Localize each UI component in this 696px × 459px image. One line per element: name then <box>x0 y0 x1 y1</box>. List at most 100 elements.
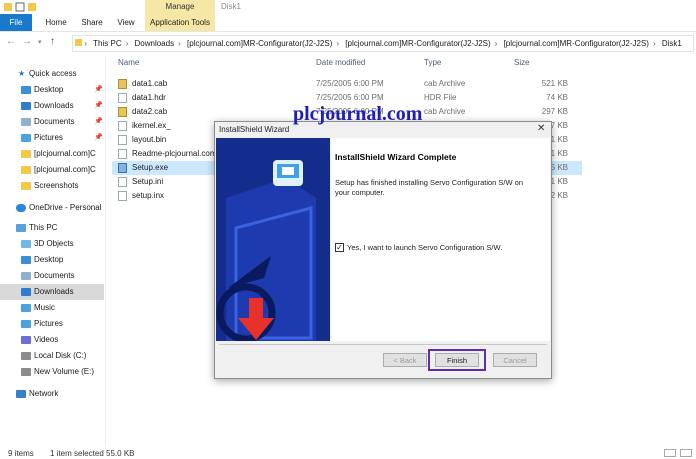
tab-application-tools[interactable]: Application Tools <box>145 14 215 31</box>
file-row[interactable]: data1.cab 7/25/2005 6:00 PM cab Archive 521… <box>112 77 582 91</box>
manage-context-tab: Manage <box>145 0 215 14</box>
text-file-icon <box>118 149 127 159</box>
chevron-right-icon: › <box>494 39 498 48</box>
sidebar-item-desktop[interactable]: Desktop 📌 <box>0 82 104 98</box>
sidebar-item-folder-2[interactable]: [plcjournal.com]C <box>0 162 104 178</box>
setup-exe-icon <box>118 163 127 173</box>
sidebar-this-pc[interactable]: This PC <box>0 220 104 236</box>
quick-access-toolbar[interactable] <box>4 2 36 12</box>
breadcrumb-folder-3[interactable]: [plcjournal.com]MR-Configurator(J2-J2S) <box>504 39 649 48</box>
sidebar-item-new-volume[interactable]: New Volume (E:) <box>0 364 104 380</box>
document-icon <box>21 118 31 126</box>
chevron-right-icon: › <box>84 39 87 48</box>
star-icon: ★ <box>18 69 26 78</box>
sidebar-quick-access[interactable]: ★ Quick access <box>0 66 104 82</box>
recent-locations-icon[interactable]: ▾ <box>38 38 42 46</box>
cancel-button[interactable]: Cancel <box>493 353 537 367</box>
sidebar-item-pc-pictures[interactable]: Pictures <box>0 316 104 332</box>
desktop-icon <box>21 86 31 94</box>
network-icon <box>16 390 26 398</box>
chevron-right-icon: › <box>652 39 656 48</box>
file-icon <box>118 121 127 131</box>
sidebar-item-pc-downloads[interactable]: Downloads <box>0 284 104 300</box>
desktop-icon <box>21 256 31 264</box>
tab-share[interactable]: Share <box>76 14 108 31</box>
sidebar-item-documents[interactable]: Documents 📌 <box>0 114 104 130</box>
quick-access-icon[interactable] <box>4 2 44 12</box>
column-header-type[interactable]: Type <box>424 56 441 70</box>
download-icon <box>21 102 31 110</box>
sidebar-item-pictures[interactable]: Pictures 📌 <box>0 130 104 146</box>
breadcrumb-downloads[interactable]: Downloads <box>135 39 175 48</box>
back-button[interactable]: < Back <box>383 353 427 367</box>
pin-icon: 📌 <box>94 102 103 109</box>
address-bar[interactable]: › This PC › Downloads › [plcjournal.com]MR… <box>72 35 694 52</box>
file-icon <box>118 93 127 103</box>
sidebar-item-pc-documents[interactable]: Documents <box>0 268 104 284</box>
tab-file[interactable]: File <box>0 14 32 31</box>
music-icon <box>21 304 31 312</box>
settings-file-icon <box>118 177 127 187</box>
dialog-content <box>331 138 550 341</box>
tab-home[interactable]: Home <box>40 14 72 31</box>
sidebar-network[interactable]: Network <box>0 386 104 402</box>
drive-icon <box>21 368 31 376</box>
chevron-right-icon: › <box>336 39 340 48</box>
column-header-name[interactable]: Name <box>118 56 139 70</box>
navigation-pane: ★ Quick access Desktop 📌 Downloads 📌 Docume… <box>0 60 104 444</box>
status-selection: 1 item selected 55.0 KB <box>50 449 135 458</box>
pin-icon: 📌 <box>94 134 103 141</box>
pin-icon: 📌 <box>94 86 103 93</box>
close-icon[interactable]: ✕ <box>537 123 545 134</box>
title-bar <box>0 0 696 14</box>
forward-icon[interactable]: → <box>22 36 32 47</box>
pictures-icon <box>21 320 31 328</box>
document-icon <box>21 272 31 280</box>
cube-icon <box>21 240 31 248</box>
dialog-message: Setup has finished installing Servo Conf… <box>335 178 524 197</box>
file-icon <box>118 135 127 145</box>
launch-checkbox-label[interactable]: Yes, I want to launch Servo Configuratio… <box>347 243 502 252</box>
drive-icon <box>21 352 31 360</box>
launch-checkbox[interactable]: ✓ <box>335 243 344 252</box>
pictures-icon <box>21 134 31 142</box>
pane-divider[interactable] <box>105 56 106 446</box>
sidebar-item-local-disk[interactable]: Local Disk (C:) <box>0 348 104 364</box>
folder-icon <box>21 182 31 190</box>
dialog-divider <box>219 344 547 345</box>
breadcrumb-folder-1[interactable]: [plcjournal.com]MR-Configurator(J2-J2S) <box>187 39 332 48</box>
dialog-title: InstallShield Wizard <box>219 125 290 134</box>
sidebar-item-screenshots[interactable]: Screenshots <box>0 178 104 194</box>
sidebar-onedrive[interactable]: OneDrive - Personal <box>0 200 104 216</box>
folder-icon <box>21 166 31 174</box>
status-item-count: 9 items <box>8 449 34 458</box>
tab-view[interactable]: View <box>112 14 140 31</box>
file-icon <box>118 191 127 201</box>
pin-icon: 📌 <box>94 118 103 125</box>
sidebar-item-downloads[interactable]: Downloads 📌 <box>0 98 104 114</box>
breadcrumb-disk1[interactable]: Disk1 <box>662 39 682 48</box>
back-icon[interactable]: ← <box>6 36 16 47</box>
sidebar-item-videos[interactable]: Videos <box>0 332 104 348</box>
tiles-view-icon[interactable] <box>680 449 692 457</box>
sidebar-item-pc-desktop[interactable]: Desktop <box>0 252 104 268</box>
breadcrumb-folder-2[interactable]: [plcjournal.com]MR-Configurator(J2-J2S) <box>345 39 490 48</box>
chevron-right-icon: › <box>178 39 181 48</box>
download-icon <box>21 288 31 296</box>
column-header-date[interactable]: Date modified <box>316 56 365 70</box>
folder-icon <box>21 150 31 158</box>
cab-file-icon <box>118 79 127 89</box>
arrow-down-icon <box>236 298 276 344</box>
column-header-size[interactable]: Size <box>514 56 530 70</box>
up-icon[interactable]: ↑ <box>50 36 55 47</box>
sidebar-item-music[interactable]: Music <box>0 300 104 316</box>
window-title: Disk1 <box>221 2 242 11</box>
breadcrumb-this-pc[interactable]: This PC <box>93 39 121 48</box>
sidebar-item-folder-1[interactable]: [plcjournal.com]C <box>0 146 104 162</box>
details-view-icon[interactable] <box>664 449 676 457</box>
cloud-icon <box>16 204 26 212</box>
dialog-heading: InstallShield Wizard Complete <box>335 152 457 162</box>
sidebar-item-3d-objects[interactable]: 3D Objects <box>0 236 104 252</box>
cab-file-icon <box>118 107 127 117</box>
video-icon <box>21 336 31 344</box>
